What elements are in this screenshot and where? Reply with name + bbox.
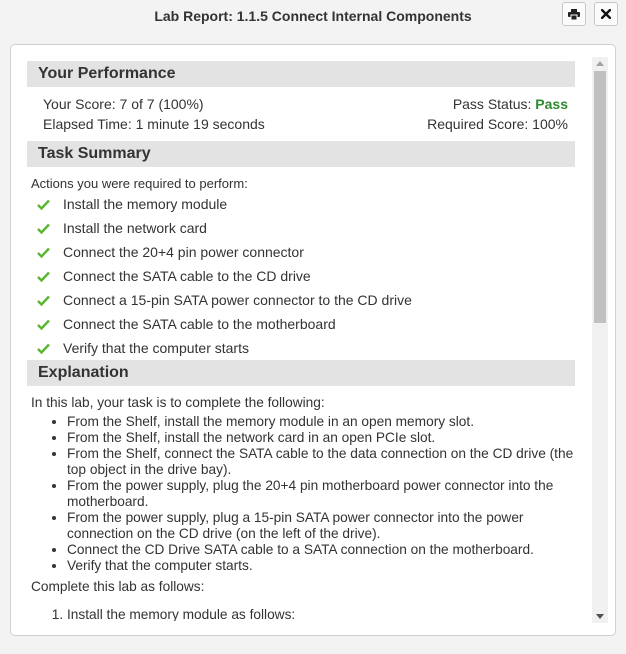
explanation-bullet: Connect the CD Drive SATA cable to a SAT… [67, 542, 575, 558]
pass-status-value: Pass [535, 96, 568, 112]
report-panel: Your Performance Your Score: 7 of 7 (100… [10, 44, 616, 636]
task-item: Install the network card [27, 216, 575, 240]
explanation-intro: In this lab, your task is to complete th… [31, 395, 325, 410]
pass-status: Pass Status: Pass [453, 96, 568, 112]
explanation-bullet: From the power supply, plug the 20+4 pin… [67, 478, 575, 510]
task-summary-intro: Actions you were required to perform: [31, 176, 248, 191]
task-item: Connect a 15-pin SATA power connector to… [27, 288, 575, 312]
task-label: Install the memory module [63, 196, 228, 212]
explanation-bullets: From the Shelf, install the memory modul… [27, 414, 575, 574]
checkmark-icon [27, 223, 63, 234]
required-score: Required Score: 100% [427, 116, 568, 132]
checkmark-icon [27, 271, 63, 282]
explanation-heading: Explanation [27, 360, 575, 386]
task-label: Connect the SATA cable to the CD drive [63, 268, 311, 284]
checkmark-icon [27, 199, 63, 210]
checkmark-icon [27, 295, 63, 306]
window-title: Lab Report: 1.1.5 Connect Internal Compo… [154, 8, 472, 24]
checkmark-icon [27, 319, 63, 330]
task-label: Connect a 15-pin SATA power connector to… [63, 292, 412, 308]
print-button[interactable] [562, 2, 586, 26]
close-icon [601, 9, 611, 19]
explanation-bullet: From the Shelf, install the memory modul… [67, 414, 575, 430]
checkmark-icon [27, 343, 63, 354]
task-label: Verify that the computer starts [63, 340, 249, 356]
task-item: Connect the 20+4 pin power connector [27, 240, 575, 264]
checkmark-icon [27, 247, 63, 258]
explanation-bullet: From the Shelf, connect the SATA cable t… [67, 446, 575, 478]
explanation-section: In this lab, your task is to complete th… [27, 395, 575, 621]
scrollbar-thumb[interactable] [594, 71, 606, 323]
printer-icon [568, 8, 580, 20]
elapsed-time: Elapsed Time: 1 minute 19 seconds [43, 116, 265, 132]
steps-intro: Complete this lab as follows: [31, 579, 205, 594]
task-item: Connect the SATA cable to the CD drive [27, 264, 575, 288]
vertical-scrollbar[interactable] [592, 57, 608, 623]
explanation-bullet: From the Shelf, install the network card… [67, 430, 575, 446]
performance-heading: Your Performance [27, 61, 575, 87]
performance-section: Your Score: 7 of 7 (100%) Elapsed Time: … [27, 87, 575, 141]
explanation-bullet: From the power supply, plug a 15-pin SAT… [67, 510, 575, 542]
report-content[interactable]: Your Performance Your Score: 7 of 7 (100… [27, 61, 575, 621]
steps-list: Install the memory module as follows: [27, 607, 575, 621]
task-list: Install the memory module Install the ne… [27, 192, 575, 360]
task-label: Connect the SATA cable to the motherboar… [63, 316, 336, 332]
task-item: Connect the SATA cable to the motherboar… [27, 312, 575, 336]
pass-status-label: Pass Status: [452, 96, 532, 112]
explanation-bullet: Verify that the computer starts. [67, 558, 575, 574]
task-label: Install the network card [63, 220, 207, 236]
task-item: Install the memory module [27, 192, 575, 216]
task-item: Verify that the computer starts [27, 336, 575, 360]
close-button[interactable] [594, 2, 618, 26]
scroll-up-arrow-icon[interactable] [596, 61, 604, 66]
your-score: Your Score: 7 of 7 (100%) [43, 96, 204, 112]
scroll-down-arrow-icon[interactable] [596, 614, 604, 619]
step-item: Install the memory module as follows: [67, 607, 575, 621]
task-label: Connect the 20+4 pin power connector [63, 244, 304, 260]
task-summary-heading: Task Summary [27, 141, 575, 167]
title-bar: Lab Report: 1.1.5 Connect Internal Compo… [0, 0, 626, 34]
